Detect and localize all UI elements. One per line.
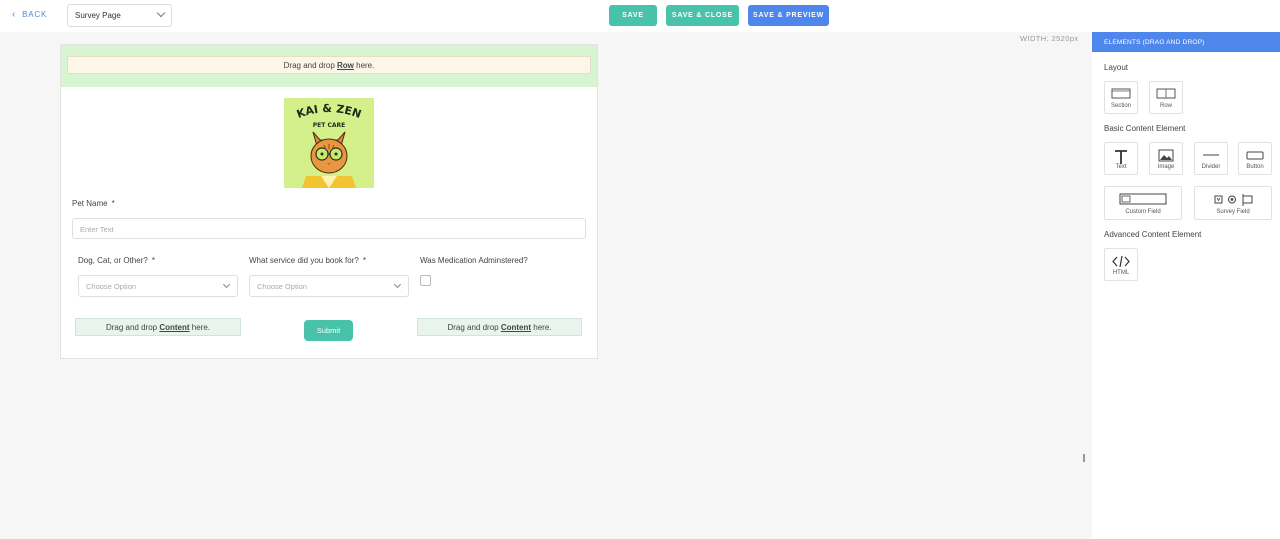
content-drop-zone-right[interactable]: Drag and drop Content here. [417, 318, 582, 336]
top-toolbar: ‹ BACK Survey Page SAVE SAVE & CLOSE SAV… [0, 0, 1280, 32]
pet-name-input[interactable]: Enter Text [72, 218, 586, 239]
custom-field-icon [1119, 193, 1167, 205]
pet-care-logo: KAI & ZEN PET CARE [284, 98, 374, 188]
content-drop-bold: Content [500, 323, 532, 332]
pet-name-label: Pet Name * [72, 199, 115, 208]
save-close-button[interactable]: SAVE & CLOSE [666, 5, 739, 26]
section-icon [1111, 88, 1131, 99]
divider-icon [1203, 154, 1219, 156]
row-drop-zone[interactable]: Drag and drop Row here. [67, 56, 591, 74]
page-select-value: Survey Page [75, 11, 121, 20]
panel-header: ELEMENTS (DRAG AND DROP) [1092, 32, 1280, 52]
service-select[interactable]: Choose Option [249, 275, 409, 297]
tile-button-label: Button [1246, 164, 1264, 170]
required-mark: * [362, 256, 366, 265]
tile-survey-field-label: Survey Field [1216, 209, 1250, 215]
row-drop-prefix: Drag and drop [283, 61, 337, 70]
medication-checkbox[interactable] [420, 275, 431, 286]
tile-divider-label: Divider [1201, 164, 1221, 170]
content-drop-prefix: Drag and drop [105, 323, 160, 332]
row-icon [1156, 88, 1176, 99]
tile-divider[interactable]: Divider [1194, 142, 1228, 175]
service-placeholder: Choose Option [257, 282, 308, 291]
pet-type-placeholder: Choose Option [86, 282, 137, 291]
row-drop-bold: Row [337, 61, 354, 70]
logo-subtitle: PET CARE [313, 122, 345, 129]
back-button[interactable]: ‹ BACK [12, 8, 48, 20]
pet-name-placeholder: Enter Text [80, 225, 114, 234]
chevron-down-icon [393, 280, 402, 289]
question-pet-type-text: Dog, Cat, or Other? [78, 256, 148, 265]
content-drop-suffix: here. [189, 323, 211, 332]
chevron-down-icon [156, 8, 166, 18]
required-mark: * [151, 256, 155, 265]
tile-section[interactable]: Section [1104, 81, 1138, 114]
code-icon [1112, 255, 1130, 268]
question-pet-type-label: Dog, Cat, or Other? * [78, 256, 155, 265]
tile-custom-field-label: Custom Field [1125, 209, 1161, 215]
chevron-down-icon [222, 280, 231, 289]
survey-form: Drag and drop Row here. KAI & ZEN PET CA… [60, 44, 598, 359]
tile-survey-field[interactable]: Survey Field [1194, 186, 1272, 220]
tile-image-label: Image [1157, 164, 1175, 170]
tile-custom-field[interactable]: Custom Field [1104, 186, 1182, 220]
tile-html-label: HTML [1112, 270, 1130, 276]
canvas-width-label: WIDTH: 2520px [1020, 34, 1079, 43]
chevron-left-icon: ‹ [12, 8, 17, 20]
tile-row-label: Row [1159, 103, 1172, 109]
content-drop-prefix: Drag and drop [447, 323, 501, 332]
tile-text-label: Text [1115, 164, 1127, 170]
tile-html[interactable]: HTML [1104, 248, 1138, 281]
page-select[interactable]: Survey Page [67, 4, 172, 27]
save-preview-button[interactable]: SAVE & PREVIEW [748, 5, 829, 26]
submit-button[interactable]: Submit [304, 320, 353, 341]
advanced-section-title: Advanced Content Element [1104, 230, 1202, 239]
required-mark: * [111, 199, 115, 208]
tile-text[interactable]: Text [1104, 142, 1138, 175]
row-drop-section: Drag and drop Row here. [61, 45, 597, 87]
elements-panel: ELEMENTS (DRAG AND DROP) Layout Section … [1092, 32, 1280, 539]
text-icon [1115, 150, 1127, 164]
content-drop-zone-left[interactable]: Drag and drop Content here. [75, 318, 241, 336]
content-drop-suffix: here. [531, 323, 552, 332]
question-medication-label: Was Medication Adminstered? [420, 256, 528, 265]
basic-section-title: Basic Content Element [1104, 124, 1186, 133]
panel-resize-handle[interactable] [1083, 454, 1085, 462]
survey-field-icon [1214, 194, 1253, 206]
tile-image[interactable]: Image [1149, 142, 1183, 175]
pet-name-text: Pet Name [72, 199, 108, 208]
tile-section-label: Section [1110, 103, 1131, 109]
question-service-label: What service did you book for? * [249, 256, 366, 265]
back-label: BACK [22, 10, 48, 19]
row-drop-suffix: here. [353, 61, 375, 70]
tile-row[interactable]: Row [1149, 81, 1183, 114]
save-button[interactable]: SAVE [609, 5, 657, 26]
button-icon [1246, 151, 1264, 160]
layout-section-title: Layout [1104, 63, 1129, 72]
pet-type-select[interactable]: Choose Option [78, 275, 238, 297]
question-service-text: What service did you book for? [249, 256, 359, 265]
tile-button[interactable]: Button [1238, 142, 1272, 175]
content-drop-bold: Content [159, 323, 190, 332]
image-icon [1158, 149, 1174, 162]
